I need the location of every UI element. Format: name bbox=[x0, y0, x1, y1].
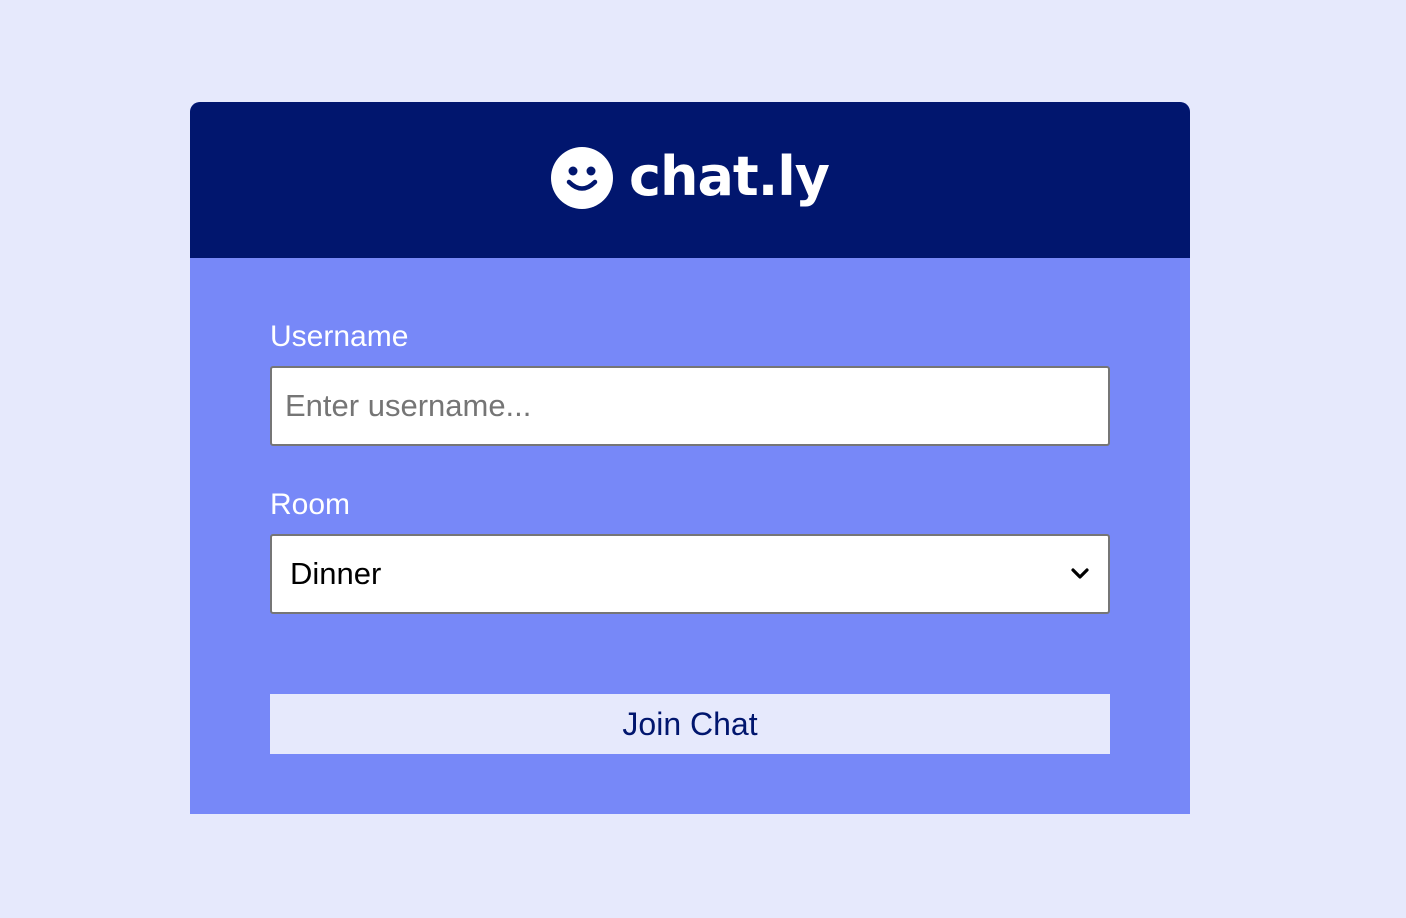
room-selected-value: Dinner bbox=[290, 556, 382, 591]
room-label: Room bbox=[270, 488, 351, 521]
username-label: Username bbox=[270, 320, 409, 353]
smiley-face-icon bbox=[551, 147, 614, 209]
app-logo-text: chat.ly bbox=[629, 145, 830, 208]
join-chat-button[interactable]: Join Chat bbox=[270, 694, 1110, 754]
card-header: chat.ly bbox=[190, 102, 1190, 258]
join-card: chat.ly Username Room Dinner Join Chat bbox=[190, 102, 1190, 814]
username-input[interactable] bbox=[270, 366, 1110, 446]
chevron-down-icon bbox=[1070, 567, 1090, 581]
room-select[interactable]: Dinner bbox=[270, 534, 1110, 614]
